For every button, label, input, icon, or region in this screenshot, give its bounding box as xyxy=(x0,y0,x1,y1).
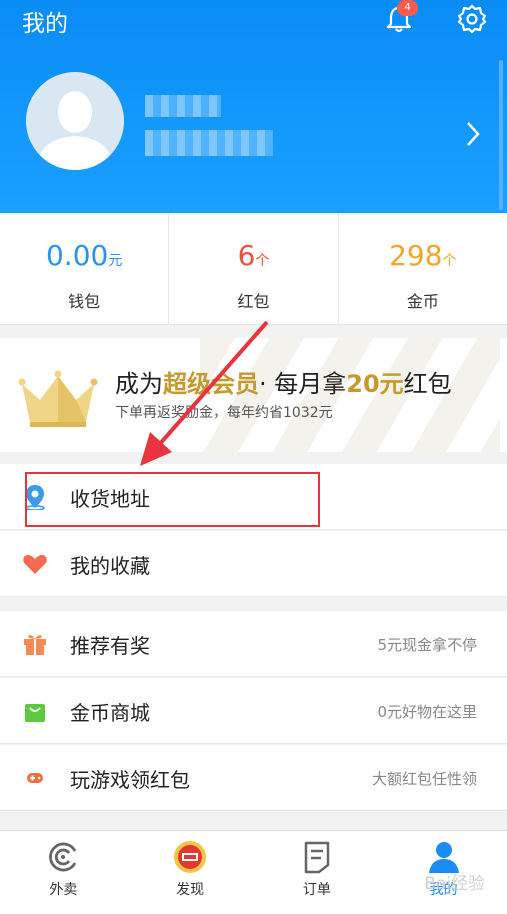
redpacket-unit: 个 xyxy=(255,253,270,269)
gear-icon[interactable] xyxy=(457,4,487,34)
wallet-value: 0.00 xyxy=(45,239,109,272)
tab-label: 订单 xyxy=(302,882,331,898)
coins-value: 298 xyxy=(389,239,443,272)
menu-item-referral[interactable]: 推荐有奖 5元现金拿不停 xyxy=(0,611,507,677)
highlight-box xyxy=(25,472,320,527)
gamepad-icon xyxy=(27,773,43,783)
super-member-banner[interactable]: 成为超级会员· 每月拿20元红包 下单再返奖励金，每年约省1032元 xyxy=(0,338,507,452)
menu-label: 金币商城 xyxy=(70,701,150,725)
page-title: 我的 xyxy=(22,11,68,37)
tab-discover[interactable]: 发现 xyxy=(127,831,254,914)
default-avatar-icon xyxy=(26,72,124,170)
heart-icon xyxy=(23,555,47,574)
order-icon xyxy=(304,841,330,874)
redpacket-label: 红包 xyxy=(237,292,270,311)
menu-label: 我的收藏 xyxy=(70,554,150,578)
menu-hint: 大额红包任性领 xyxy=(371,770,477,788)
watermark: Bai经验 xyxy=(424,874,485,894)
phone-blurred xyxy=(145,130,273,156)
discover-icon xyxy=(174,841,207,873)
wallet-unit: 元 xyxy=(108,253,123,269)
banner-subtitle: 下单再返奖励金，每年约省1032元 xyxy=(115,405,333,421)
coins-unit: 个 xyxy=(442,253,457,269)
notification-badge: 4 xyxy=(397,0,418,16)
coins-label: 金币 xyxy=(406,292,439,311)
tab-takeout[interactable]: 外卖 xyxy=(0,831,127,914)
banner-title: 成为超级会员· 每月拿20元红包 xyxy=(115,370,452,398)
redpacket-value: 6 xyxy=(237,239,256,272)
coins-stat[interactable]: 298个 金币 xyxy=(339,213,507,324)
menu-item-coin-mall[interactable]: 金币商城 0元好物在这里 xyxy=(0,678,507,744)
chevron-right-icon[interactable] xyxy=(464,120,482,148)
tab-label: 发现 xyxy=(176,882,205,898)
menu-label: 玩游戏领红包 xyxy=(70,768,190,792)
wallet-stat[interactable]: 0.00元 钱包 xyxy=(0,213,170,324)
scrollbar[interactable] xyxy=(499,60,503,210)
username-blurred xyxy=(145,95,221,117)
menu-hint: 5元现金拿不停 xyxy=(377,636,477,654)
profile-header: 我的 4 xyxy=(0,0,507,213)
tab-label: 外卖 xyxy=(49,882,78,898)
wallet-label: 钱包 xyxy=(68,292,101,311)
stats-bar: 0.00元 钱包 6个 红包 298个 金币 xyxy=(0,213,507,325)
shopping-bag-icon xyxy=(25,704,45,722)
takeout-icon xyxy=(49,842,77,872)
redpacket-stat[interactable]: 6个 红包 xyxy=(169,213,339,324)
avatar[interactable] xyxy=(26,72,124,170)
menu-item-favorites[interactable]: 我的收藏 xyxy=(0,531,507,597)
menu-item-games[interactable]: 玩游戏领红包 大额红包任性领 xyxy=(0,745,507,811)
gift-icon xyxy=(24,635,46,655)
menu-hint: 0元好物在这里 xyxy=(377,703,477,721)
menu-label: 推荐有奖 xyxy=(70,634,150,658)
tab-orders[interactable]: 订单 xyxy=(254,831,381,914)
crown-icon xyxy=(18,370,98,427)
